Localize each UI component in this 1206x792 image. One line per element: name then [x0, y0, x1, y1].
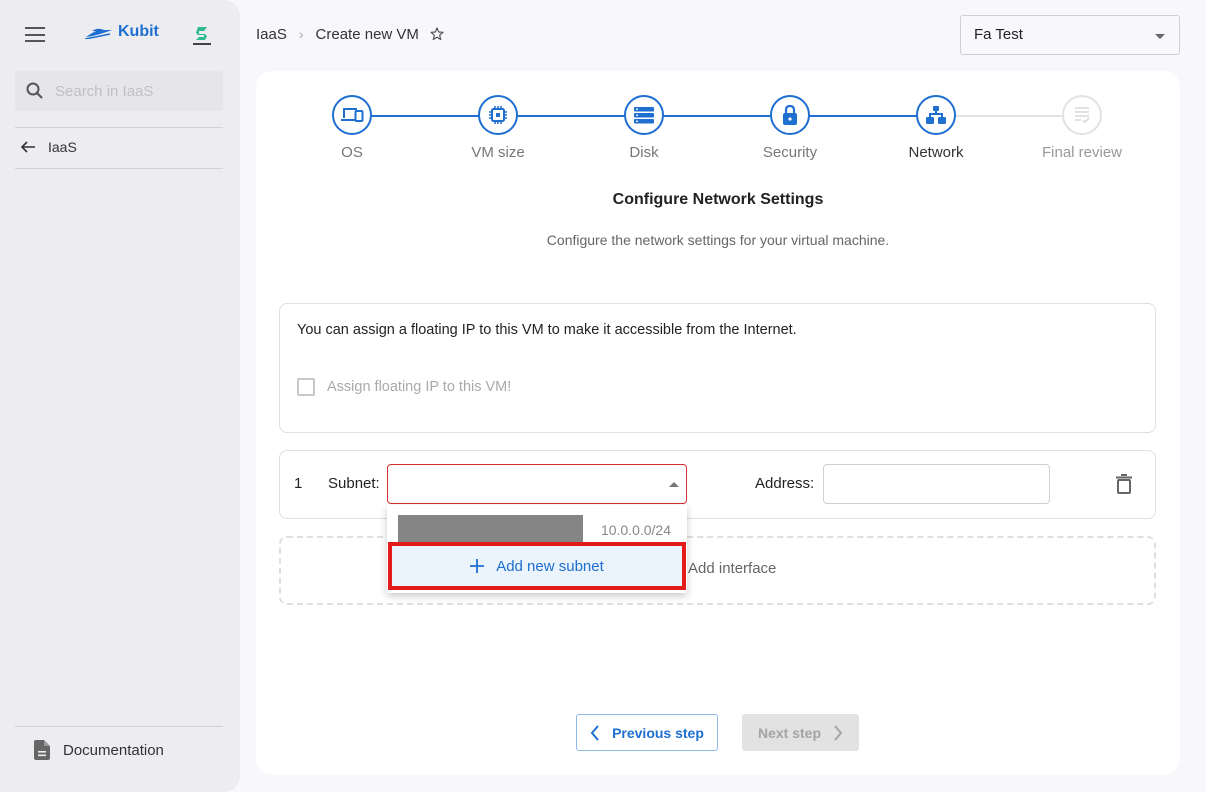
step-label: Disk: [629, 144, 659, 161]
lock-icon: [783, 104, 797, 125]
step-network[interactable]: Network: [876, 95, 996, 161]
chevron-left-icon: [590, 724, 599, 741]
previous-step-button[interactable]: Previous step: [576, 714, 718, 751]
step-os[interactable]: OS: [292, 95, 412, 161]
chevron-right-icon: [834, 724, 843, 741]
organization-select[interactable]: Fa Test: [960, 15, 1180, 55]
step-circle: [770, 95, 810, 135]
caret-up-icon: [669, 482, 679, 487]
document-icon: [34, 740, 50, 760]
star-icon[interactable]: [429, 26, 445, 42]
section-title: Configure Network Settings: [612, 191, 824, 208]
floating-ip-info: You can assign a floating IP to this VM …: [297, 322, 797, 338]
subnet-cidr: 10.0.0.0/24: [600, 522, 671, 538]
caret-down-icon: [1155, 34, 1165, 39]
cpu-icon: [489, 106, 507, 124]
stepper: OS VM size Disk Security Network Final r…: [256, 71, 1180, 181]
step-label: Network: [908, 144, 964, 161]
trash-icon[interactable]: [1115, 473, 1133, 495]
add-new-subnet-label: Add new subnet: [496, 557, 604, 575]
search-input[interactable]: [55, 71, 215, 111]
review-icon: [1075, 107, 1090, 124]
sidebar-search[interactable]: [15, 71, 223, 111]
previous-step-label: Previous step: [612, 724, 704, 741]
breadcrumb-iaas[interactable]: IaaS: [256, 26, 287, 43]
divider: [15, 127, 223, 128]
step-vm-size[interactable]: VM size: [438, 95, 558, 161]
back-to-iaas[interactable]: IaaS: [20, 136, 77, 158]
brand-logo[interactable]: Kubit: [84, 23, 159, 41]
floating-ip-option[interactable]: Assign floating IP to this VM!: [297, 378, 511, 396]
subnet-label: Subnet:: [328, 475, 380, 492]
next-step-button[interactable]: Next step: [742, 714, 859, 751]
subnet-select[interactable]: [387, 464, 687, 504]
devices-icon: [341, 108, 364, 122]
back-label: IaaS: [48, 139, 77, 155]
breadcrumb-current: Create new VM: [315, 25, 419, 43]
step-security[interactable]: Security: [730, 95, 850, 161]
subnet-option[interactable]: 10.0.0.0/24: [387, 507, 687, 547]
documentation-link[interactable]: Documentation: [33, 739, 164, 761]
plus-icon: [470, 559, 485, 573]
step-circle: [478, 95, 518, 135]
step-circle: [624, 95, 664, 135]
add-interface-label: Add interface: [688, 560, 777, 577]
partner-logo: [193, 27, 211, 45]
address-input[interactable]: [823, 464, 1050, 504]
sidebar: Kubit IaaS Documentation: [0, 0, 240, 792]
divider: [15, 726, 223, 727]
step-circle: [916, 95, 956, 135]
arrow-left-icon: [20, 141, 35, 153]
address-label: Address:: [755, 475, 815, 492]
floating-ip-checkbox[interactable]: [297, 378, 315, 396]
redacted-subnet-name: [398, 515, 583, 543]
divider: [15, 168, 223, 169]
chevron-right-icon: ›: [298, 26, 304, 42]
breadcrumb: IaaS › Create new VM: [256, 23, 445, 45]
interface-index: 1: [294, 475, 303, 492]
floating-ip-checkbox-label[interactable]: Assign floating IP to this VM!: [327, 379, 511, 395]
sidebar-header: Kubit: [0, 18, 240, 50]
floating-ip-panel: You can assign a floating IP to this VM …: [279, 303, 1156, 433]
storage-icon: [634, 107, 654, 124]
documentation-label: Documentation: [63, 741, 164, 759]
main-card: OS VM size Disk Security Network Final r…: [256, 71, 1180, 775]
step-label: VM size: [471, 144, 525, 161]
search-icon: [26, 82, 43, 99]
organization-value: Fa Test: [974, 26, 1023, 43]
step-disk[interactable]: Disk: [584, 95, 704, 161]
step-circle: [332, 95, 372, 135]
section-subtitle: Configure the network settings for your …: [546, 232, 890, 248]
step-circle: [1062, 95, 1102, 135]
step-label: Final review: [1041, 144, 1123, 161]
boat-icon: [84, 28, 112, 39]
subnet-dropdown-menu: 10.0.0.0/24 Add new subnet: [387, 505, 687, 593]
step-label: Security: [762, 144, 818, 161]
add-new-subnet-button[interactable]: Add new subnet: [388, 542, 686, 590]
step-final-review: Final review: [1022, 95, 1142, 161]
network-icon: [926, 106, 946, 124]
brand-name: Kubit: [118, 23, 159, 40]
menu-icon[interactable]: [25, 27, 45, 42]
next-step-label: Next step: [757, 724, 822, 741]
step-label: OS: [341, 144, 363, 161]
